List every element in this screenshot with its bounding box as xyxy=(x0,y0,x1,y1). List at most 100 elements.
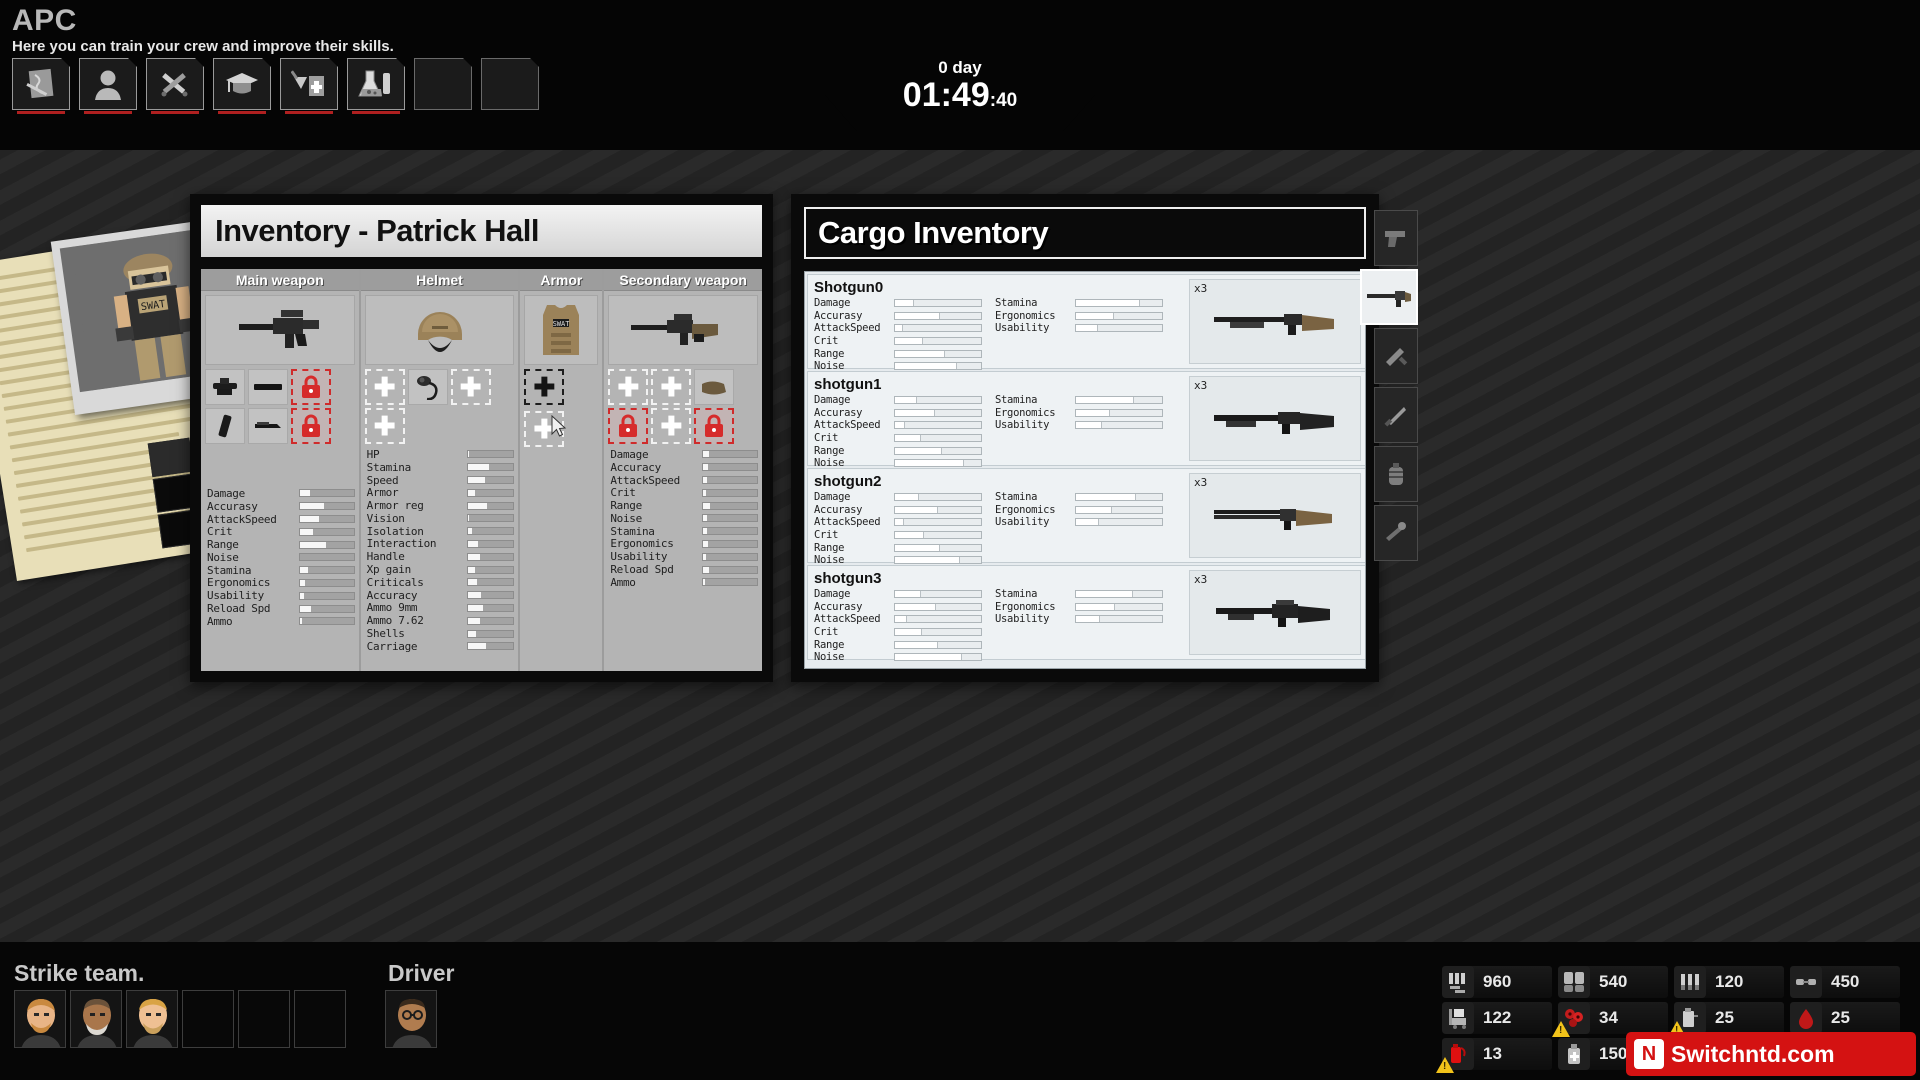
stat-label: Stamina xyxy=(995,297,1038,310)
stat-row: AttackSpeed xyxy=(814,516,989,529)
cargo-item-name: Shotgun0 xyxy=(814,279,884,296)
secondary-mod-stock[interactable] xyxy=(694,369,735,405)
ammo-resource[interactable]: 960 xyxy=(1442,966,1552,998)
equipped-armor-slot[interactable]: SWAT xyxy=(524,295,599,365)
helmet-mod-headset[interactable] xyxy=(407,369,448,405)
cargo-stats-left: Damage Accurasy AttackSpeed Crit Range N… xyxy=(814,394,989,470)
crew-slot-empty-2[interactable] xyxy=(238,990,290,1048)
crew-member-1[interactable] xyxy=(14,990,66,1048)
empty-tab-1[interactable] xyxy=(414,58,472,110)
medical-tab[interactable] xyxy=(280,58,338,114)
secondary-mod-locked-1[interactable] xyxy=(608,408,649,444)
lock-icon xyxy=(302,375,320,398)
stat-bar xyxy=(894,337,982,346)
crew-member-3[interactable] xyxy=(126,990,178,1048)
stat-row: Interaction xyxy=(367,537,515,550)
stat-row: Vision xyxy=(367,512,515,525)
lab-tab[interactable] xyxy=(347,58,405,114)
resource-value: 34 xyxy=(1599,1008,1618,1027)
stat-row: Damage xyxy=(814,394,989,407)
workshop-tab[interactable] xyxy=(146,58,204,114)
stat-label: Accurasy xyxy=(814,600,863,613)
double-barrel-shotgun-icon xyxy=(1214,508,1332,530)
mod-slot-scope[interactable] xyxy=(205,369,245,405)
helmet-mod-empty-2[interactable]: ✚ xyxy=(450,369,491,405)
equipped-secondary-weapon-slot[interactable] xyxy=(608,295,759,365)
stat-row: Shells xyxy=(367,627,515,640)
infection-icon xyxy=(1552,1002,1590,1037)
stat-bar xyxy=(702,463,759,472)
cargo-item[interactable]: shotgun1 Damage Accurasy AttackSpeed Cri… xyxy=(807,371,1365,469)
stat-label: Xp gain xyxy=(366,563,412,577)
fuel-icon xyxy=(1668,1002,1706,1037)
crew-slot-empty-3[interactable] xyxy=(294,990,346,1048)
stat-bar xyxy=(466,475,515,484)
stat-label: Range xyxy=(814,444,845,457)
cargo-item[interactable]: shotgun2 Damage Accurasy AttackSpeed Cri… xyxy=(807,468,1365,566)
mod-slot-locked-1[interactable] xyxy=(291,369,331,405)
stat-bar xyxy=(466,539,515,548)
fuel-resource[interactable]: 25 xyxy=(1668,1002,1784,1037)
warning-icon xyxy=(1436,1057,1454,1073)
equipped-main-weapon-slot[interactable] xyxy=(205,295,355,365)
stat-bar xyxy=(466,450,515,459)
rail-slot-tool[interactable] xyxy=(1374,505,1418,561)
rail-slot-blade[interactable] xyxy=(1374,387,1418,443)
equipped-helmet-slot[interactable] xyxy=(364,295,515,365)
inventory-panel: Inventory - Patrick Hall Main weapon Dam… xyxy=(190,194,773,682)
parts-resource[interactable]: 450 xyxy=(1790,966,1900,998)
stat-label: Ammo 9mm xyxy=(366,601,418,615)
secondary-mod-empty-3[interactable]: ✚ xyxy=(651,408,692,444)
stat-label: Accurasy xyxy=(814,503,863,516)
stat-row: Usability xyxy=(995,419,1185,432)
mod-slot-magazine[interactable] xyxy=(205,408,245,444)
secondary-mod-empty-1[interactable]: ✚ xyxy=(608,369,649,405)
cargo-item-thumbnail: x3 xyxy=(1189,279,1361,364)
rail-slot-pistol[interactable] xyxy=(1374,210,1418,266)
cargo-resource[interactable]: 122 xyxy=(1442,1002,1552,1034)
secondary-mod-locked-2[interactable] xyxy=(694,408,735,444)
stat-bar xyxy=(894,628,982,637)
armor-mod-empty-selected[interactable]: ✚ xyxy=(524,369,565,405)
mod-slot-locked-2[interactable] xyxy=(291,408,331,444)
time-value: 01:49 xyxy=(902,76,990,114)
secondary-mod-empty-2[interactable]: ✚ xyxy=(651,369,692,405)
empty-tab-2[interactable] xyxy=(481,58,539,110)
helmet-mod-empty-1[interactable]: ✚ xyxy=(364,369,405,405)
helmet-mod-empty-3[interactable]: ✚ xyxy=(364,408,405,444)
crew-slot-empty-1[interactable] xyxy=(182,990,234,1048)
infection-resource[interactable]: 34 xyxy=(1552,1002,1668,1037)
cargo-item[interactable]: Shotgun0 Damage Accurasy AttackSpeed Cri… xyxy=(807,274,1365,372)
stat-bar xyxy=(702,450,759,459)
armor-resource[interactable]: 540 xyxy=(1558,966,1668,998)
map-tab[interactable] xyxy=(12,58,70,114)
cargo-item-name: shotgun1 xyxy=(814,376,882,393)
rail-slot-grenade[interactable] xyxy=(1374,446,1418,502)
shells-resource[interactable]: 120 xyxy=(1674,966,1784,998)
cargo-item[interactable]: shotgun3 Damage Accurasy AttackSpeed Cri… xyxy=(807,565,1365,663)
stat-label: Damage xyxy=(814,297,851,310)
mod-slot-grip[interactable] xyxy=(248,408,288,444)
stat-row: Ammo xyxy=(610,576,759,589)
rail-slot-knife[interactable] xyxy=(1374,328,1418,384)
crew-tab[interactable] xyxy=(79,58,137,114)
stat-bar xyxy=(894,311,982,320)
stat-row: AttackSpeed xyxy=(610,474,759,487)
fire-resource[interactable]: 13 xyxy=(1436,1038,1552,1073)
stat-label: Usability xyxy=(995,419,1050,432)
stat-label: Armor reg xyxy=(366,499,424,513)
driver-member-1[interactable] xyxy=(385,990,437,1048)
ammo-icon xyxy=(1442,966,1474,998)
rail-slot-rifle[interactable] xyxy=(1360,269,1418,325)
blood-resource[interactable]: 25 xyxy=(1790,1002,1900,1034)
stat-bar xyxy=(894,543,982,552)
graduation-cap-icon xyxy=(226,73,258,94)
stat-row: Accurasy xyxy=(814,601,989,614)
training-tab[interactable] xyxy=(213,58,271,114)
stat-bar xyxy=(466,642,515,651)
mod-slot-barrel[interactable] xyxy=(248,369,288,405)
crew-member-2[interactable] xyxy=(70,990,122,1048)
stat-label: HP xyxy=(366,447,380,461)
stat-bar xyxy=(1075,311,1163,320)
cargo-stats-left: Damage Accurasy AttackSpeed Crit Range N… xyxy=(814,297,989,373)
